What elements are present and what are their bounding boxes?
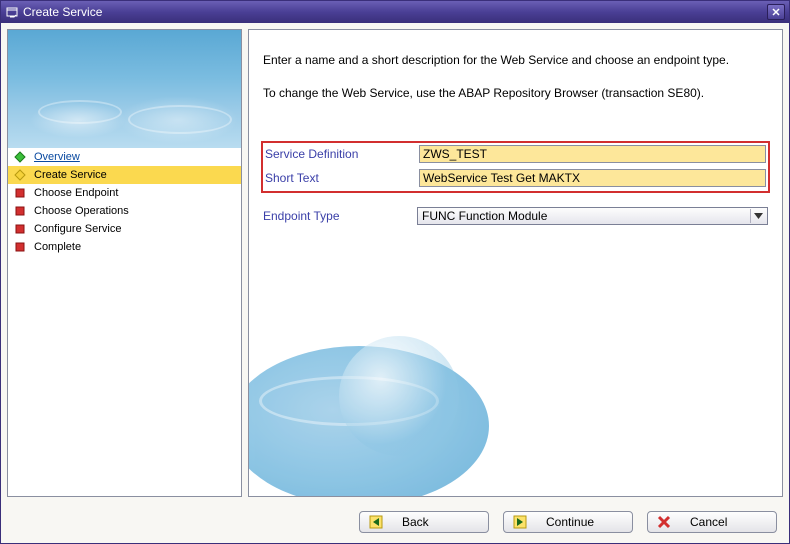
step-label: Choose Operations xyxy=(34,205,129,217)
button-label: Back xyxy=(402,515,480,529)
step-configure-service[interactable]: Configure Service xyxy=(8,220,241,238)
back-icon xyxy=(368,514,384,530)
window-icon xyxy=(5,5,19,19)
button-bar: Back Continue Cancel xyxy=(1,503,789,543)
instructions-text: Enter a name and a short description for… xyxy=(249,30,782,133)
short-text-input[interactable] xyxy=(419,169,766,187)
continue-icon xyxy=(512,514,528,530)
cancel-icon xyxy=(656,514,672,530)
content-area: Overview Create Service Choose Endpoint xyxy=(1,23,789,543)
cancel-button[interactable]: Cancel xyxy=(647,511,777,533)
back-button[interactable]: Back xyxy=(359,511,489,533)
instruction-line: Enter a name and a short description for… xyxy=(263,52,768,69)
titlebar: Create Service xyxy=(1,1,789,23)
continue-button[interactable]: Continue xyxy=(503,511,633,533)
step-label: Configure Service xyxy=(34,223,121,235)
step-choose-endpoint[interactable]: Choose Endpoint xyxy=(8,184,241,202)
dialog-window: Create Service Overview xyxy=(0,0,790,544)
form-area: Service Definition Short Text xyxy=(249,133,782,231)
highlighted-fields-group: Service Definition Short Text xyxy=(261,141,770,193)
step-label: Choose Endpoint xyxy=(34,187,118,199)
square-red-icon xyxy=(14,187,26,199)
close-button[interactable] xyxy=(767,4,785,20)
service-definition-input[interactable] xyxy=(419,145,766,163)
form-panel: Enter a name and a short description for… xyxy=(248,29,783,497)
step-overview-link[interactable]: Overview xyxy=(34,151,80,163)
square-red-icon xyxy=(14,223,26,235)
chevron-down-icon xyxy=(750,209,765,223)
diamond-green-icon xyxy=(14,151,26,163)
decorative-water-background xyxy=(248,316,569,497)
short-text-label: Short Text xyxy=(265,171,419,185)
close-icon xyxy=(772,8,780,16)
window-title: Create Service xyxy=(23,5,102,19)
step-label: Create Service xyxy=(34,169,107,181)
instruction-line: To change the Web Service, use the ABAP … xyxy=(263,85,768,102)
button-label: Continue xyxy=(546,515,624,529)
button-label: Cancel xyxy=(690,515,768,529)
step-create-service[interactable]: Create Service xyxy=(8,166,241,184)
endpoint-type-value: FUNC Function Module xyxy=(422,209,547,223)
decorative-water-image xyxy=(8,30,241,148)
endpoint-type-label: Endpoint Type xyxy=(263,209,417,223)
step-label: Complete xyxy=(34,241,81,253)
step-choose-operations[interactable]: Choose Operations xyxy=(8,202,241,220)
step-overview[interactable]: Overview xyxy=(8,148,241,166)
step-list: Overview Create Service Choose Endpoint xyxy=(8,148,241,496)
service-definition-label: Service Definition xyxy=(265,147,419,161)
wizard-steps-panel: Overview Create Service Choose Endpoint xyxy=(7,29,242,497)
square-red-icon xyxy=(14,241,26,253)
square-red-icon xyxy=(14,205,26,217)
diamond-yellow-icon xyxy=(14,169,26,181)
step-complete[interactable]: Complete xyxy=(8,238,241,256)
endpoint-type-select[interactable]: FUNC Function Module xyxy=(417,207,768,225)
